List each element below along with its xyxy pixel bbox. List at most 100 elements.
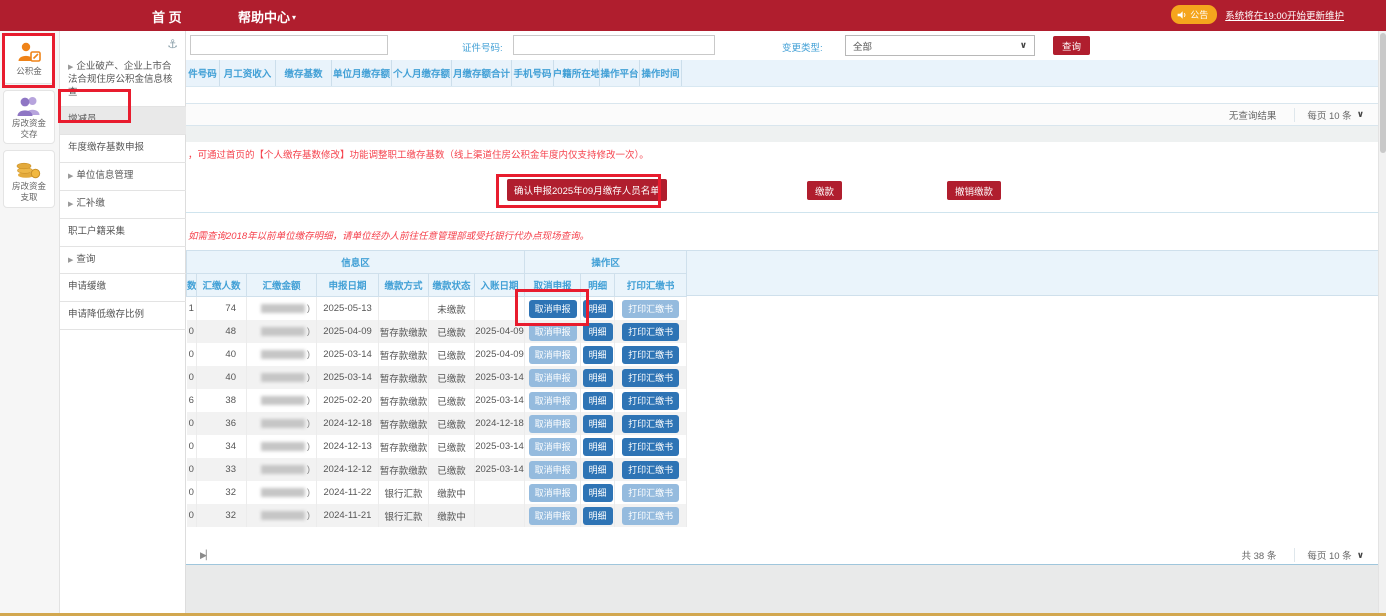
rail-item-housing-withdraw[interactable]: 房改资金 支取 bbox=[3, 150, 55, 208]
column-header: 操作时间 bbox=[640, 60, 682, 86]
table-row: 174)2025-05-13未缴款取消申报明细打印汇缴书 bbox=[187, 297, 687, 321]
column-header: 申报日期 bbox=[317, 274, 379, 297]
detail-button[interactable]: 明细 bbox=[583, 300, 613, 318]
table-cell: 2024-11-21 bbox=[317, 504, 379, 527]
column-header: 数 bbox=[187, 274, 197, 297]
column-header: 操作平台 bbox=[600, 60, 640, 86]
sidebar-item[interactable]: 申请缓缴 bbox=[60, 274, 186, 302]
sidebar-item[interactable]: ▶查询 bbox=[60, 247, 186, 275]
sidebar-item-label: 增减员 bbox=[68, 114, 97, 125]
change-type-select[interactable]: 全部 ∨ bbox=[845, 35, 1035, 56]
detail-button[interactable]: 明细 bbox=[583, 438, 613, 456]
vertical-scrollbar[interactable] bbox=[1378, 31, 1386, 616]
column-header: 缴款方式 bbox=[379, 274, 429, 297]
rail-item-provident-fund[interactable]: 公积金 bbox=[3, 34, 55, 84]
rail-item-housing-deposit[interactable]: 房改资金 交存 bbox=[3, 90, 55, 144]
detail-button[interactable]: 明细 bbox=[583, 392, 613, 410]
table-cell: 暂存款缴款 bbox=[379, 412, 429, 435]
main-content: 证件号码: 变更类型: 全部 ∨ 查询 件号码月工资收入缴存基数单位月缴存额个人… bbox=[186, 31, 1378, 616]
query-button[interactable]: 查询 bbox=[1053, 36, 1090, 55]
table-cell: 取消申报 bbox=[525, 458, 581, 481]
detail-button[interactable]: 明细 bbox=[583, 507, 613, 525]
table-cell: 0 bbox=[187, 412, 197, 435]
sidebar-item[interactable]: ▶企业破产、企业上市合法合规住房公积金信息核查 bbox=[60, 54, 186, 107]
table-cell: 0 bbox=[187, 481, 197, 504]
table-cell: 打印汇缴书 bbox=[615, 504, 687, 527]
announcement-badge: 公告 bbox=[1171, 5, 1217, 24]
table-row: 048)2025-04-09暂存款缴款已缴款2025-04-09取消申报明细打印… bbox=[187, 320, 687, 343]
group-header-actions: 操作区 bbox=[525, 251, 687, 274]
print-remittance-button[interactable]: 打印汇缴书 bbox=[622, 369, 679, 387]
table-cell: 打印汇缴书 bbox=[615, 320, 687, 343]
column-header: 手机号码 bbox=[512, 60, 554, 86]
sidebar-item[interactable]: 增减员 bbox=[60, 107, 186, 135]
people-icon bbox=[16, 95, 42, 117]
sidebar-item[interactable]: ▶汇补缴 bbox=[60, 191, 186, 219]
cancel-payment-button[interactable]: 撤销缴款 bbox=[947, 181, 1001, 200]
cancel-declare-button: 取消申报 bbox=[529, 369, 577, 387]
masked-amount bbox=[261, 488, 305, 497]
sidebar-item[interactable]: ▶单位信息管理 bbox=[60, 163, 186, 191]
print-remittance-button[interactable]: 打印汇缴书 bbox=[622, 438, 679, 456]
top-navbar: 首 页 帮助中心▾ 公告 系统将在19:00开始更新维护 bbox=[0, 0, 1386, 31]
confirm-declare-button[interactable]: 确认申报2025年09月缴存人员名单 bbox=[507, 179, 667, 201]
page-size-select[interactable]: 每页 10 条 ∨ bbox=[1294, 548, 1364, 562]
print-remittance-button[interactable]: 打印汇缴书 bbox=[622, 346, 679, 364]
table-cell: 0 bbox=[187, 366, 197, 389]
table-cell: 36 bbox=[197, 412, 247, 435]
column-header: 入账日期 bbox=[475, 274, 525, 297]
cancel-declare-button: 取消申报 bbox=[529, 438, 577, 456]
detail-button[interactable]: 明细 bbox=[583, 484, 613, 502]
sidebar-item[interactable]: 申请降低缴存比例 bbox=[60, 302, 186, 330]
chevron-down-icon: ▾ bbox=[292, 13, 296, 22]
divider-strip bbox=[186, 126, 1378, 142]
sidebar-item[interactable]: 年度缴存基数申报 bbox=[60, 135, 186, 163]
table-row: 036)2024-12-18暂存款缴款已缴款2024-12-18取消申报明细打印… bbox=[187, 412, 687, 435]
sidebar-item[interactable]: 职工户籍采集 bbox=[60, 219, 186, 247]
column-header: 打印汇缴书 bbox=[615, 274, 687, 297]
history-query-notice: 如需查询2018年以前单位缴存明细，请单位经办人前往任意管理部或受托银行代办点现… bbox=[188, 228, 589, 242]
anchor-icon[interactable]: ⚓ bbox=[167, 37, 178, 51]
maintenance-notice-link[interactable]: 系统将在19:00开始更新维护 bbox=[1225, 8, 1344, 22]
print-remittance-button[interactable]: 打印汇缴书 bbox=[622, 323, 679, 341]
table-cell: ) bbox=[247, 343, 317, 366]
print-remittance-button[interactable]: 打印汇缴书 bbox=[622, 461, 679, 479]
scrollbar-thumb[interactable] bbox=[1380, 33, 1386, 153]
table-cell: 银行汇款 bbox=[379, 504, 429, 527]
nav-home[interactable]: 首 页 bbox=[152, 7, 182, 26]
page-size-select[interactable]: 每页 10 条 ∨ bbox=[1294, 108, 1364, 122]
sidebar-item-label: 职工户籍采集 bbox=[68, 226, 125, 237]
last-page-icon[interactable]: ▶▏ bbox=[200, 550, 212, 561]
detail-button[interactable]: 明细 bbox=[583, 323, 613, 341]
pay-button[interactable]: 缴款 bbox=[807, 181, 842, 200]
masked-amount bbox=[261, 304, 305, 313]
detail-button[interactable]: 明细 bbox=[583, 346, 613, 364]
nav-help-center[interactable]: 帮助中心▾ bbox=[238, 7, 296, 26]
table-cell: 2025-03-14 bbox=[475, 389, 525, 412]
column-header: 汇缴人数 bbox=[197, 274, 247, 297]
table-row: 032)2024-11-21银行汇款缴款中取消申报明细打印汇缴书 bbox=[187, 504, 687, 527]
table-cell: ) bbox=[247, 320, 317, 343]
print-remittance-button[interactable]: 打印汇缴书 bbox=[622, 415, 679, 433]
table-cell: 已缴款 bbox=[429, 366, 475, 389]
table-cell: 取消申报 bbox=[525, 389, 581, 412]
cert-number-input[interactable] bbox=[513, 35, 715, 55]
table-cell: 48 bbox=[197, 320, 247, 343]
table-cell: 2025-03-14 bbox=[475, 435, 525, 458]
icon-rail: 公积金 房改资金 交存 房改资金 支取 bbox=[0, 31, 60, 616]
divider-line bbox=[186, 212, 1378, 213]
table-cell: 明细 bbox=[581, 504, 615, 527]
rail-item-label: 房改资金 交存 bbox=[12, 118, 46, 138]
detail-button[interactable]: 明细 bbox=[583, 415, 613, 433]
table-cell: 40 bbox=[197, 366, 247, 389]
detail-button[interactable]: 明细 bbox=[583, 461, 613, 479]
table-group-header-row: 信息区 操作区 bbox=[187, 251, 687, 274]
print-remittance-button[interactable]: 打印汇缴书 bbox=[622, 392, 679, 410]
table-cell: 2024-11-22 bbox=[317, 481, 379, 504]
table-cell: 已缴款 bbox=[429, 389, 475, 412]
name-search-input[interactable] bbox=[190, 35, 388, 55]
detail-button[interactable]: 明细 bbox=[583, 369, 613, 387]
table-cell: 2025-04-09 bbox=[317, 320, 379, 343]
cancel-declare-button[interactable]: 取消申报 bbox=[529, 300, 577, 318]
table-cell: 32 bbox=[197, 504, 247, 527]
